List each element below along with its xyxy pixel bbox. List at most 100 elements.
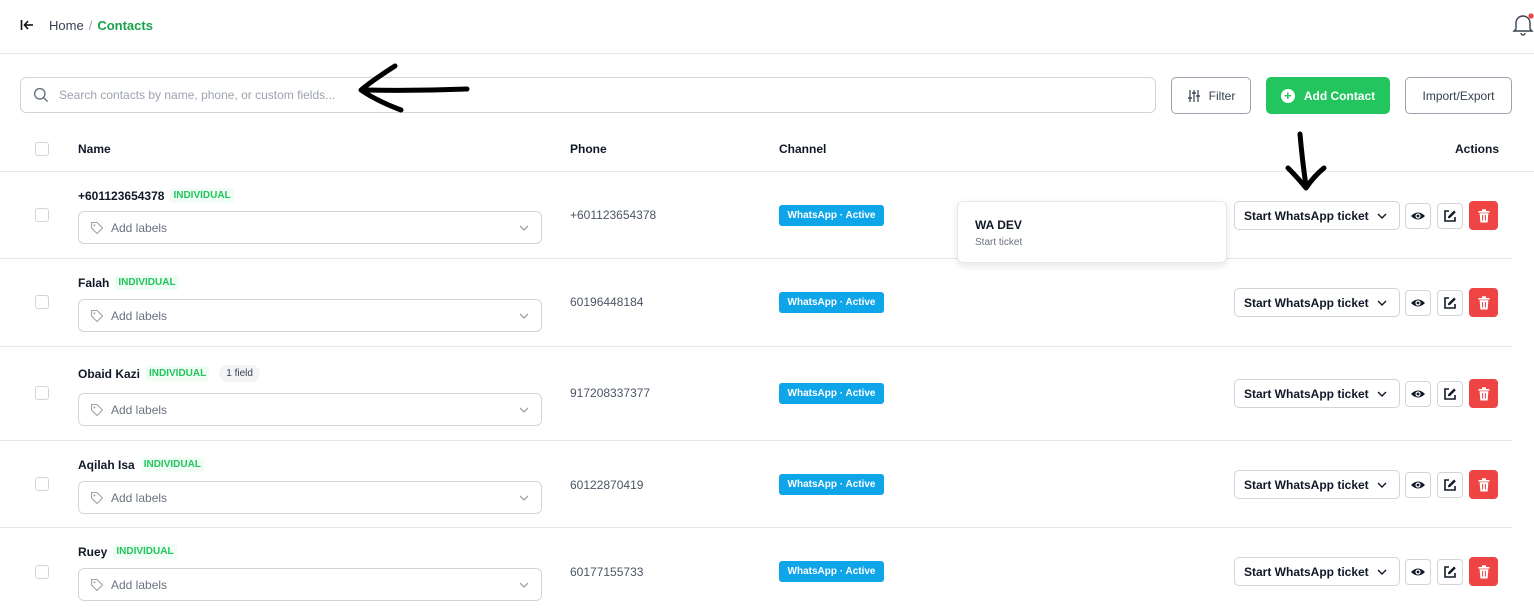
delete-button[interactable] (1469, 379, 1498, 408)
view-button[interactable] (1405, 472, 1431, 498)
breadcrumb: Home / Contacts (49, 18, 153, 33)
channel-option-subtitle: Start ticket (975, 237, 1023, 248)
table-row: Aqilah Isa INDIVIDUAL Add labels 6012287… (0, 441, 1512, 528)
tag-icon (90, 578, 104, 592)
chevron-down-icon (1377, 391, 1387, 397)
contact-name-line: +601123654378 INDIVIDUAL (78, 188, 234, 203)
start-ticket-label: Start WhatsApp ticket (1244, 386, 1369, 401)
edit-icon (1444, 566, 1456, 578)
delete-button[interactable] (1469, 470, 1498, 499)
contact-type-badge: INDIVIDUAL (170, 188, 234, 203)
tag-icon (90, 309, 104, 323)
eye-icon (1411, 390, 1425, 398)
contact-phone: 60196448184 (570, 295, 644, 309)
start-ticket-dropdown[interactable]: Start WhatsApp ticket (1234, 201, 1400, 230)
search-icon (33, 87, 49, 103)
edit-icon (1444, 210, 1456, 222)
table-row: +601123654378 INDIVIDUAL Add labels +601… (0, 172, 1512, 259)
table-row: Falah INDIVIDUAL Add labels 60196448184 … (0, 259, 1512, 347)
view-button[interactable] (1405, 203, 1431, 229)
select-all-checkbox[interactable] (35, 142, 49, 156)
row-checkbox[interactable] (35, 565, 49, 579)
edit-button[interactable] (1437, 290, 1463, 316)
contact-name[interactable]: Obaid Kazi (78, 367, 140, 381)
channel-badge: WhatsApp · Active (779, 383, 884, 404)
contact-name-line: Ruey INDIVIDUAL (78, 544, 177, 559)
contact-type-badge: INDIVIDUAL (115, 275, 179, 290)
edit-icon (1444, 479, 1456, 491)
contact-type-badge: INDIVIDUAL (113, 544, 177, 559)
delete-button[interactable] (1469, 557, 1498, 586)
breadcrumb-home[interactable]: Home (49, 18, 84, 33)
tag-icon (90, 403, 104, 417)
labels-dropdown[interactable]: Add labels (78, 393, 542, 426)
labels-dropdown[interactable]: Add labels (78, 481, 542, 514)
contact-name-line: Aqilah Isa INDIVIDUAL (78, 457, 204, 472)
contact-name[interactable]: Falah (78, 276, 109, 290)
collapse-sidebar-icon[interactable] (20, 17, 34, 33)
chevron-down-icon (519, 495, 529, 501)
contact-name[interactable]: Ruey (78, 545, 107, 559)
row-checkbox[interactable] (35, 477, 49, 491)
column-header-phone[interactable]: Phone (570, 142, 607, 156)
row-checkbox[interactable] (35, 386, 49, 400)
delete-button[interactable] (1469, 288, 1498, 317)
edit-button[interactable] (1437, 472, 1463, 498)
contact-phone: 917208337377 (570, 386, 651, 400)
plus-circle-icon: + (1280, 88, 1295, 103)
chevron-down-icon (1377, 300, 1387, 306)
trash-icon (1478, 477, 1489, 491)
labels-placeholder: Add labels (111, 491, 168, 505)
labels-dropdown[interactable]: Add labels (78, 211, 542, 244)
row-checkbox[interactable] (35, 295, 49, 309)
column-header-channel[interactable]: Channel (779, 142, 826, 156)
chevron-down-icon (1377, 569, 1387, 575)
start-ticket-label: Start WhatsApp ticket (1244, 564, 1369, 579)
start-ticket-dropdown[interactable]: Start WhatsApp ticket (1234, 557, 1400, 586)
labels-dropdown[interactable]: Add labels (78, 568, 542, 601)
ticket-channel-option[interactable]: WA DEV Start ticket (958, 202, 1226, 262)
add-contact-button[interactable]: + Add Contact (1266, 77, 1390, 114)
add-contact-label: Add Contact (1303, 88, 1376, 103)
delete-button[interactable] (1469, 201, 1498, 230)
channel-badge: WhatsApp · Active (779, 292, 884, 313)
contact-name[interactable]: +601123654378 (78, 189, 164, 203)
labels-placeholder: Add labels (111, 403, 168, 417)
import-export-button[interactable]: Import/Export (1405, 77, 1512, 114)
edit-icon (1444, 297, 1456, 309)
edit-button[interactable] (1437, 381, 1463, 407)
chevron-down-icon (519, 407, 529, 413)
column-header-name[interactable]: Name (78, 142, 111, 156)
start-ticket-dropdown[interactable]: Start WhatsApp ticket (1234, 379, 1400, 408)
labels-placeholder: Add labels (111, 221, 168, 235)
view-button[interactable] (1405, 381, 1431, 407)
search-input[interactable] (59, 80, 1139, 110)
chevron-down-icon (519, 225, 529, 231)
start-ticket-dropdown[interactable]: Start WhatsApp ticket (1234, 288, 1400, 317)
view-button[interactable] (1405, 290, 1431, 316)
edit-button[interactable] (1437, 203, 1463, 229)
import-export-label: Import/Export (1422, 88, 1495, 103)
eye-icon (1411, 481, 1425, 489)
labels-dropdown[interactable]: Add labels (78, 299, 542, 332)
eye-icon (1411, 299, 1425, 307)
chevron-down-icon (1377, 482, 1387, 488)
channel-option-title: WA DEV (975, 218, 1022, 232)
tag-icon (90, 491, 104, 505)
contact-name[interactable]: Aqilah Isa (78, 458, 135, 472)
chevron-down-icon (519, 582, 529, 588)
eye-icon (1411, 568, 1425, 576)
channel-badge: WhatsApp · Active (779, 205, 884, 226)
view-button[interactable] (1405, 559, 1431, 585)
row-checkbox[interactable] (35, 208, 49, 222)
custom-field-badge: 1 field (219, 365, 260, 382)
table-row: Ruey INDIVIDUAL Add labels 60177155733 W… (0, 528, 1512, 612)
start-ticket-label: Start WhatsApp ticket (1244, 208, 1369, 223)
filter-button[interactable]: Filter (1171, 77, 1251, 114)
contact-type-badge: INDIVIDUAL (140, 457, 204, 472)
trash-icon (1478, 386, 1489, 400)
start-ticket-dropdown[interactable]: Start WhatsApp ticket (1234, 470, 1400, 499)
trash-icon (1478, 295, 1489, 309)
edit-button[interactable] (1437, 559, 1463, 585)
bell-icon[interactable] (1512, 12, 1534, 38)
